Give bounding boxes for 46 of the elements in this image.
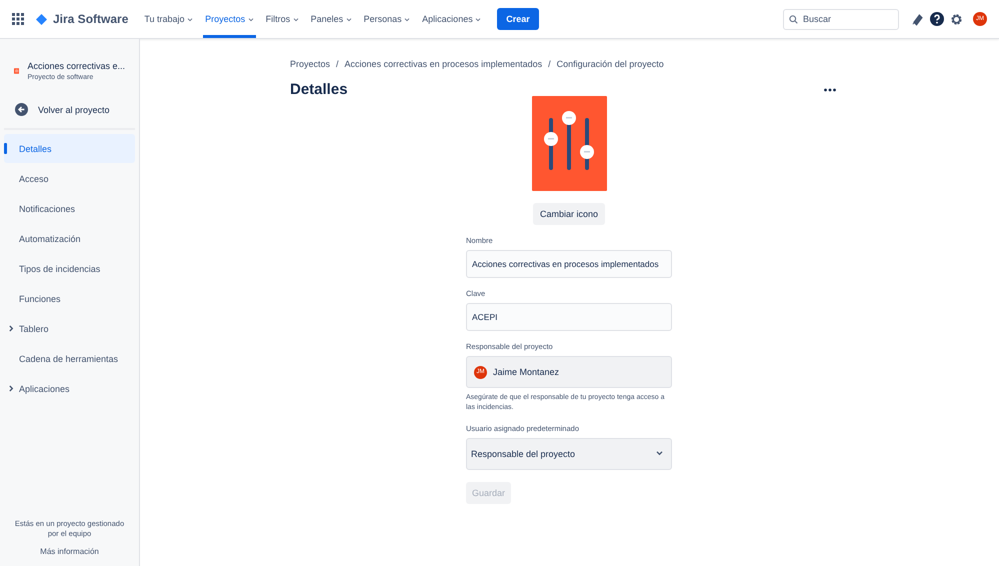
chevron-down-icon (656, 451, 663, 456)
search-icon (789, 14, 798, 24)
app-switcher-icon[interactable] (12, 13, 24, 25)
search-field[interactable]: Buscar (783, 8, 899, 30)
nav-menu[interactable]: Aplicaciones (420, 0, 484, 38)
page-title: Detalles (290, 81, 348, 98)
nav-menu[interactable]: Paneles (308, 0, 354, 38)
breadcrumb-link[interactable]: Proyectos (290, 59, 330, 69)
sidebar-item[interactable]: Tipos de incidencias (4, 254, 135, 283)
nav-menu[interactable]: Filtros (264, 0, 301, 38)
back-link[interactable]: Volver al proyecto (4, 93, 135, 128)
sliders-icon (532, 96, 606, 191)
settings-icon[interactable] (950, 12, 963, 26)
sidebar-item[interactable]: Funciones (4, 284, 135, 313)
select-dropdown[interactable]: Responsable del proyecto (466, 438, 672, 470)
sidebar-item[interactable]: Tablero (4, 314, 135, 343)
chevron-down-icon (346, 18, 352, 22)
more-options-icon[interactable] (824, 88, 836, 92)
chevron-down-icon (292, 18, 299, 22)
sidebar-item[interactable]: Aplicaciones (4, 374, 135, 403)
sidebar-item[interactable]: Automatización (4, 224, 135, 253)
create-button[interactable]: Crear (497, 8, 539, 30)
chevron-down-icon (248, 18, 254, 22)
sidebar-item[interactable]: Notificaciones (4, 194, 135, 223)
sidebar-item[interactable]: Acceso (4, 164, 135, 193)
text-field[interactable]: Acciones correctivas en procesos implementados (466, 250, 672, 278)
breadcrumb-separator: / (548, 59, 551, 69)
breadcrumb-separator: / (336, 59, 339, 69)
nav-menu[interactable]: Proyectos (203, 0, 256, 38)
sidebar-item[interactable]: Detalles (4, 134, 135, 163)
back-arrow-icon (15, 103, 28, 116)
logo-icon (36, 14, 47, 24)
project-name: Acciones correctivas e... (27, 61, 125, 71)
chevron-down-icon (404, 18, 410, 22)
help-icon[interactable] (930, 12, 944, 26)
product-name[interactable]: Jira Software (53, 12, 128, 26)
breadcrumb-link[interactable]: Acciones correctivas en procesos implementados (344, 59, 542, 69)
nav-menu[interactable]: Personas (362, 0, 412, 38)
chevron-down-icon (475, 18, 482, 22)
nav-menu[interactable]: Tu trabajo (142, 0, 196, 38)
chevron-down-icon (187, 18, 194, 22)
more-info-link[interactable]: Más información (4, 547, 135, 556)
change-icon-button[interactable]: Cambiar icono (532, 203, 606, 225)
text-field[interactable]: ACEPI (466, 303, 672, 331)
breadcrumb-link[interactable]: Configuración del proyecto (556, 59, 664, 69)
sidebar-item[interactable]: Cadena de herramientas (4, 344, 135, 373)
